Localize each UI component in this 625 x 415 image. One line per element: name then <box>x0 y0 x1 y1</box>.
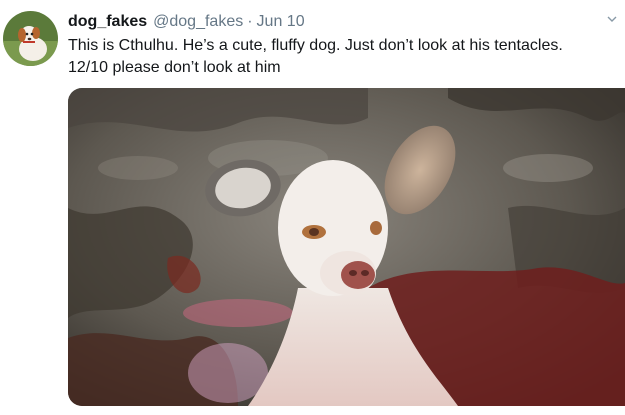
avatar[interactable] <box>3 11 58 66</box>
photo-fawn-image <box>68 88 625 406</box>
tweet-photo[interactable] <box>68 88 625 406</box>
tweet-date[interactable]: Jun 10 <box>257 13 305 30</box>
tweet: dog_fakes @dog_fakes · Jun 10 This is Cthul… <box>0 0 625 415</box>
tweet-text-line: 12/10 please don’t look at him <box>68 59 281 76</box>
header-separator: · <box>247 13 253 30</box>
avatar-dog-image <box>3 11 58 66</box>
tweet-text-line: This is Cthulhu. He’s a cute, fluffy dog… <box>68 37 563 54</box>
chevron-down-icon[interactable] <box>607 14 617 24</box>
tweet-header: dog_fakes @dog_fakes · Jun 10 <box>68 11 607 33</box>
display-name[interactable]: dog_fakes <box>68 13 147 30</box>
user-handle[interactable]: @dog_fakes <box>153 13 243 30</box>
tweet-text: This is Cthulhu. He’s a cute, fluffy dog… <box>68 35 618 79</box>
